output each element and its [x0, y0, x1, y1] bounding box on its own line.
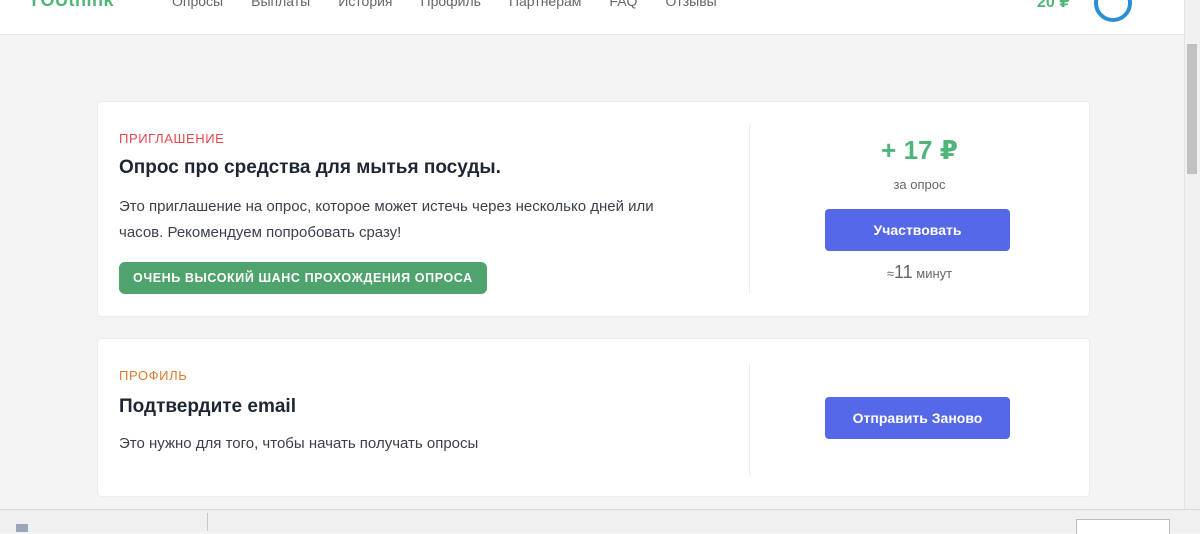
- card-title: Опрос про средства для мытья посуды.: [119, 157, 501, 178]
- card-kicker: ПРОФИЛЬ: [119, 368, 188, 383]
- card-divider: [749, 363, 750, 475]
- reward-amount: + 17 ₽: [881, 135, 958, 165]
- nav-item-payouts[interactable]: Выплаты: [251, 0, 310, 9]
- nav-item-faq[interactable]: FAQ: [609, 0, 637, 9]
- profile-email-card: ПРОФИЛЬ Подтвердите email Это нужно для …: [97, 338, 1090, 497]
- chance-badge: ОЧЕНЬ ВЫСОКИЙ ШАНС ПРОХОЖДЕНИЯ ОПРОСА: [119, 262, 487, 294]
- nav-item-history[interactable]: История: [338, 0, 392, 9]
- card-title: Подтвердите email: [119, 396, 296, 417]
- bottom-button[interactable]: [1076, 519, 1170, 534]
- card-description: Это приглашение на опрос, которое может …: [119, 198, 654, 241]
- avatar[interactable]: [1094, 0, 1132, 22]
- top-navigation-bar: YOUthink Опросы Выплаты История Профиль …: [0, 0, 1184, 35]
- duration-value: 11: [893, 262, 913, 282]
- duration-unit: минут: [916, 266, 953, 281]
- survey-invitation-card: ПРИГЛАШЕНИЕ Опрос про средства для мытья…: [97, 101, 1090, 317]
- scrollbar-thumb[interactable]: [1187, 44, 1197, 174]
- nav-item-reviews[interactable]: Отзывы: [665, 0, 716, 9]
- resend-email-button[interactable]: Отправить Заново: [825, 397, 1010, 439]
- nav-item-partners[interactable]: Партнерам: [509, 0, 581, 9]
- card-kicker: ПРИГЛАШЕНИЕ: [119, 131, 225, 146]
- participate-button[interactable]: Участвовать: [825, 209, 1010, 251]
- card-description: Это нужно для того, чтобы начать получат…: [119, 435, 479, 452]
- duration-approx: ≈: [886, 266, 894, 281]
- site-logo[interactable]: YOUthink: [28, 0, 114, 11]
- balance-amount[interactable]: 20 ₽: [1037, 0, 1070, 12]
- nav-item-profile[interactable]: Профиль: [421, 0, 481, 9]
- survey-duration: ≈11 минут: [750, 262, 1089, 283]
- bottom-divider: [207, 513, 208, 531]
- reward-caption: за опрос: [893, 177, 946, 192]
- nav-item-surveys[interactable]: Опросы: [172, 0, 223, 9]
- main-nav: Опросы Выплаты История Профиль Партнерам…: [172, 0, 717, 9]
- bottom-bar: [0, 509, 1200, 532]
